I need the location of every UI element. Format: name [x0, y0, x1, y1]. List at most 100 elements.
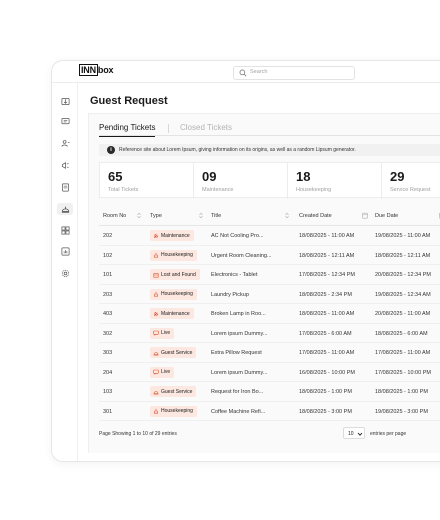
column-header-created[interactable]: Created Date — [299, 213, 332, 219]
info-banner: i Reference site about Lorem Ipsum, givi… — [99, 144, 440, 156]
type-badge: Guest Service — [150, 347, 197, 358]
nav-inbox[interactable] — [57, 95, 73, 107]
stat-value: 18 — [296, 169, 311, 184]
cell-due-date: 19/08/2025 - 12:34 AM — [375, 291, 431, 298]
cell-room: 204 — [103, 369, 113, 376]
column-header-title[interactable]: Title — [211, 213, 221, 219]
top-bar: INN box Search — [52, 61, 440, 83]
calendar-icon[interactable] — [362, 212, 368, 219]
nav-announcements[interactable] — [57, 159, 73, 171]
table-row[interactable]: 302 Live Lorem ipsum Dummy... 17/08/2025 - … — [99, 324, 440, 343]
broom-icon — [153, 408, 159, 414]
cell-created-date: 17/08/2025 - 12:34 PM — [299, 272, 355, 278]
ticket-tabs: Pending Tickets Closed Tickets — [99, 122, 440, 137]
type-badge: Housekeeping — [150, 249, 197, 261]
table-row[interactable]: 204 Live Lorem ipsum Dummy... 16/08/2025 - … — [99, 363, 440, 382]
search-input[interactable]: Search — [233, 66, 355, 80]
cell-room: 103 — [103, 389, 113, 395]
type-badge: Maintenance — [150, 308, 194, 319]
message-icon — [61, 117, 69, 124]
table-row[interactable]: 203 Housekeeping Laundry Pickup 18/08/2025 … — [99, 285, 440, 304]
cell-created-date: 17/08/2025 - 11:00 AM — [299, 350, 355, 356]
pagination-summary: Page Showing 1 to 10 of 29 entries — [99, 431, 177, 437]
bell-icon — [153, 351, 159, 355]
cell-room: 301 — [103, 408, 113, 415]
bell-icon — [153, 390, 159, 394]
nav-analytics[interactable] — [57, 245, 73, 257]
sort-icon[interactable] — [136, 212, 142, 219]
page-title: Guest Request — [90, 95, 168, 107]
stats-row: 65 Total Tickets 09 Maintenance 18 Housekee… — [99, 162, 440, 199]
stat-value: 65 — [108, 169, 123, 184]
cell-due-date: 18/08/2025 - 6:00 AM — [375, 330, 428, 337]
cell-due-date: 18/08/2025 - 1:00 PM — [375, 389, 428, 395]
cell-title: AC Not Cooling Pro... — [211, 233, 264, 239]
column-header-room[interactable]: Room No — [103, 213, 126, 219]
table-row[interactable]: 103 Guest Service Request for Iron Bo... 18… — [99, 382, 440, 402]
table-row[interactable]: 403 Maintenance Broken Lamp in Roo... 18/08… — [99, 304, 440, 324]
column-header-type[interactable]: Type — [150, 213, 162, 219]
stat-total-tickets: 65 Total Tickets — [100, 163, 194, 199]
megaphone-icon — [61, 161, 69, 169]
nav-guest-request[interactable] — [57, 203, 73, 215]
cell-due-date: 19/08/2025 - 3:00 PM — [375, 408, 428, 415]
table-row[interactable]: 202 Maintenance AC Not Cooling Pro... 18/08… — [99, 226, 440, 246]
type-badge: Housekeeping — [150, 405, 197, 417]
cell-created-date: 18/08/2025 - 11:00 AM — [299, 233, 355, 239]
entries-per-page-value: 10 — [348, 431, 354, 437]
broom-icon — [153, 291, 159, 297]
tab-closed-tickets[interactable]: Closed Tickets — [180, 123, 232, 132]
nav-reports[interactable] — [57, 181, 73, 193]
stat-label: Total Tickets — [108, 187, 139, 193]
nav-users[interactable] — [57, 137, 73, 149]
type-badge-label: Live — [161, 330, 171, 336]
tab-pending-tickets[interactable]: Pending Tickets — [99, 123, 156, 137]
cell-title: Extra Pillow Request — [211, 350, 262, 356]
type-badge: Live — [150, 366, 175, 378]
stat-service-request: 29 Service Request — [382, 163, 440, 199]
type-badge-label: Housekeeping — [161, 408, 193, 414]
stat-value: 29 — [390, 169, 405, 184]
tickets-panel: Pending Tickets Closed Tickets i Referen… — [88, 113, 440, 453]
search-placeholder: Search — [250, 69, 268, 75]
type-badge-label: Live — [161, 369, 171, 375]
cell-title: Broken Lamp in Roo... — [211, 311, 266, 317]
sort-icon[interactable] — [198, 212, 204, 219]
stat-value: 09 — [202, 169, 217, 184]
cell-title: Request for Iron Bo... — [211, 389, 264, 395]
table-row[interactable]: 102 Housekeeping Urgent Room Cleaning... 18… — [99, 246, 440, 265]
type-badge: Housekeeping — [150, 288, 197, 300]
stat-label: Maintenance — [202, 187, 234, 193]
sort-icon[interactable] — [284, 212, 290, 219]
logo-prefix: INN — [79, 64, 98, 76]
stat-label: Service Request — [390, 187, 431, 193]
type-badge-label: Maintenance — [161, 232, 190, 239]
cell-title: Urgent Room Cleaning... — [211, 252, 272, 259]
table-row[interactable]: 101 Lost and Found Electronics - Tablet 17/… — [99, 265, 440, 285]
cell-title: Lorem ipsum Dummy... — [211, 369, 268, 376]
cell-due-date: 20/08/2025 - 12:34 PM — [375, 272, 431, 278]
stat-maintenance: 09 Maintenance — [194, 163, 288, 199]
entries-per-page-select[interactable]: 10 — [343, 427, 365, 439]
cell-room: 302 — [103, 330, 113, 337]
nav-messages[interactable] — [57, 115, 73, 127]
type-badge-label: Lost and Found — [161, 271, 196, 278]
table-row[interactable]: 301 Housekeeping Coffee Machine Refi... 18/… — [99, 402, 440, 421]
chart-icon — [61, 247, 69, 255]
table-header: Room No Type Title Created Date Due Date — [99, 206, 440, 226]
column-header-due[interactable]: Due Date — [375, 213, 398, 219]
chat-icon — [153, 330, 159, 336]
cell-title: Coffee Machine Refi... — [211, 408, 266, 415]
cell-title: Electronics - Tablet — [211, 272, 258, 278]
cell-due-date: 20/08/2025 - 11:00 AM — [375, 311, 431, 317]
type-badge-label: Maintenance — [161, 310, 190, 317]
nav-grid[interactable] — [57, 224, 73, 236]
logo[interactable]: INN box — [79, 64, 114, 76]
nav-settings[interactable] — [57, 267, 73, 279]
info-banner-text: Reference site about Lorem Ipsum, giving… — [119, 147, 356, 153]
cell-created-date: 16/08/2025 - 10:00 PM — [299, 369, 355, 376]
stat-label: Housekeeping — [296, 187, 332, 193]
cell-due-date: 19/08/2025 - 11:00 AM — [375, 233, 431, 239]
table-row[interactable]: 303 Guest Service Extra Pillow Request 17/0… — [99, 343, 440, 363]
cell-room: 101 — [103, 272, 113, 278]
